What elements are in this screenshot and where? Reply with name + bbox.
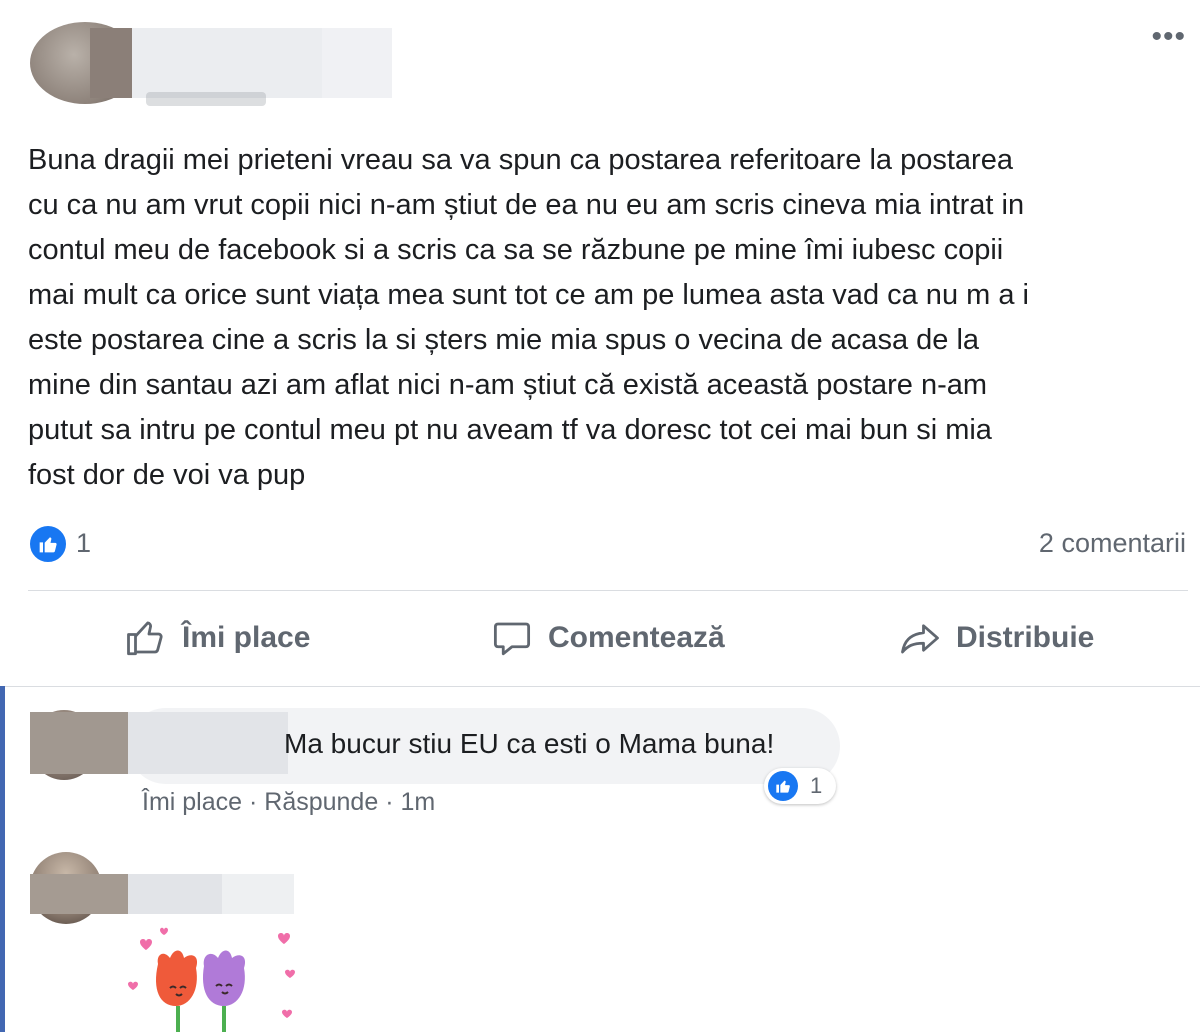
comments-count-link[interactable]: 2 comentarii	[1039, 528, 1186, 559]
more-options-button[interactable]: •••	[1151, 22, 1186, 52]
comment-actions: Îmi place · Răspunde · 1m	[142, 788, 435, 817]
share-button-label: Distribuie	[956, 621, 1095, 654]
share-button[interactable]: Distribuie	[898, 612, 1094, 664]
post-timestamp-redaction	[146, 92, 266, 106]
comment-icon	[493, 622, 531, 656]
like-reaction-icon[interactable]	[28, 524, 68, 564]
share-icon	[901, 624, 939, 654]
commenter-avatar-redaction	[30, 712, 128, 774]
tulip-sticker[interactable]	[120, 924, 310, 1032]
commenter-avatar-redaction	[30, 874, 130, 914]
thumbs-up-icon	[127, 621, 163, 656]
reaction-count[interactable]: 1	[76, 528, 91, 559]
comment-text: Ma bucur stiu EU ca esti o Mama buna!	[284, 728, 775, 759]
separator: ·	[378, 788, 401, 816]
comment-button-label: Comentează	[548, 621, 725, 654]
like-button[interactable]: Îmi place	[124, 612, 310, 664]
comment-reply-link[interactable]: Răspunde	[264, 788, 378, 816]
commenter-name-redaction	[128, 874, 222, 914]
divider	[28, 590, 1188, 591]
like-button-label: Îmi place	[182, 621, 311, 654]
comment-like-link[interactable]: Îmi place	[142, 788, 242, 816]
comment-button[interactable]: Comentează	[490, 612, 725, 664]
comments-divider	[0, 686, 1200, 687]
more-icon: •••	[1151, 20, 1186, 53]
comment-thread-bar	[0, 686, 5, 1032]
post-text: Buna dragii mei prieteni vreau sa va spu…	[28, 144, 1029, 491]
commenter-name-redaction-2	[222, 874, 294, 914]
separator: ·	[242, 788, 265, 816]
comment-time[interactable]: 1m	[400, 788, 435, 816]
commenter-name-redaction	[128, 712, 288, 774]
comment-reaction-badge[interactable]: 1	[764, 768, 836, 804]
author-name-redaction	[132, 28, 322, 98]
author-name-redaction-2	[322, 28, 392, 98]
author-avatar-redaction	[90, 28, 134, 98]
comment-like-count: 1	[810, 773, 823, 798]
like-reaction-icon	[768, 771, 798, 801]
